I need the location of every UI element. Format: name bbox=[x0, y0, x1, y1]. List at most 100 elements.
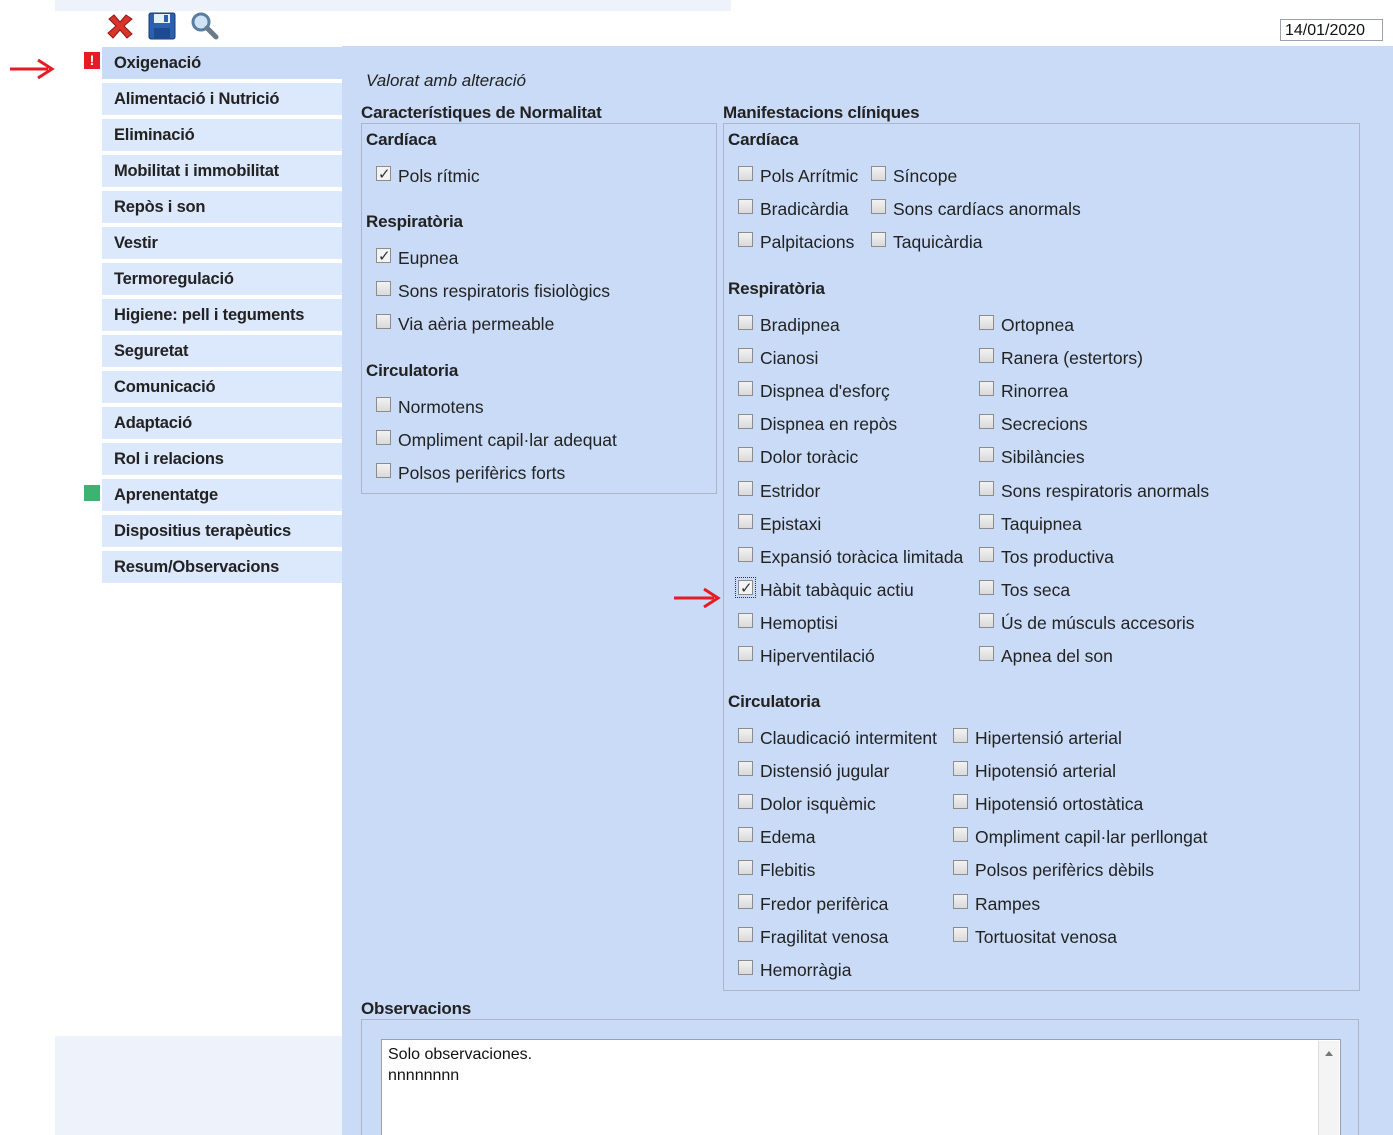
sidebar-item[interactable]: Mobilitat i immobilitat bbox=[102, 155, 342, 187]
sidebar-item[interactable]: Oxigenació bbox=[102, 47, 342, 79]
checkbox[interactable] bbox=[376, 281, 391, 297]
checkbox[interactable]: ✓ bbox=[376, 248, 391, 265]
check-mark-icon: ✓ bbox=[378, 166, 391, 183]
checkbox[interactable] bbox=[953, 893, 968, 909]
sidebar-item[interactable]: Higiene: pell i teguments bbox=[102, 299, 342, 331]
date-field[interactable]: 14/01/2020 bbox=[1280, 19, 1383, 41]
sidebar-item[interactable]: Eliminació bbox=[102, 119, 342, 151]
checkbox[interactable] bbox=[953, 761, 968, 777]
sidebar-margin bbox=[55, 46, 101, 1036]
sidebar-item[interactable]: Comunicació bbox=[102, 371, 342, 403]
checkbox[interactable] bbox=[979, 579, 994, 595]
checkbox[interactable] bbox=[871, 232, 886, 248]
scroll-up-icon[interactable] bbox=[1319, 1043, 1339, 1063]
sidebar-item[interactable]: Alimentació i Nutrició bbox=[102, 83, 342, 115]
checkbox[interactable] bbox=[979, 315, 994, 330]
checkbox-label: Sons respiratoris anormals bbox=[1001, 480, 1210, 501]
normal-cardiaca-title: Cardíaca bbox=[366, 130, 437, 149]
checkbox[interactable] bbox=[979, 612, 994, 628]
checkbox[interactable] bbox=[738, 646, 753, 661]
checkbox[interactable] bbox=[738, 480, 753, 496]
checkbox-label: Síncope bbox=[893, 166, 958, 186]
checkbox[interactable] bbox=[738, 381, 753, 397]
checkbox[interactable] bbox=[738, 959, 753, 975]
checkbox[interactable] bbox=[738, 414, 753, 430]
checkbox[interactable] bbox=[738, 893, 753, 909]
checkbox[interactable] bbox=[953, 794, 968, 810]
magnifier-icon bbox=[191, 12, 219, 40]
checkbox[interactable] bbox=[738, 447, 753, 463]
checkbox-label: Hipotensió ortostàtica bbox=[975, 794, 1144, 815]
checkbox[interactable] bbox=[738, 315, 753, 330]
sidebar-item[interactable]: Resum/Observacions bbox=[102, 551, 342, 583]
checkbox[interactable] bbox=[376, 430, 391, 446]
checkbox-label: Pols rítmic bbox=[398, 166, 480, 186]
red-arrow-icon bbox=[10, 58, 55, 80]
sidebar-item[interactable]: Vestir bbox=[102, 227, 342, 259]
checkbox-label: Via aèria permeable bbox=[398, 314, 555, 335]
sidebar-item[interactable]: Adaptació bbox=[102, 407, 342, 439]
checkbox-label: Dispnea en repòs bbox=[760, 414, 898, 435]
save-button[interactable] bbox=[146, 10, 178, 42]
checkbox[interactable] bbox=[738, 728, 753, 743]
sidebar-item[interactable]: Repòs i son bbox=[102, 191, 342, 223]
checkbox[interactable] bbox=[738, 166, 753, 181]
checkbox-label: Claudicació intermitent bbox=[760, 728, 938, 748]
checkbox[interactable] bbox=[979, 348, 994, 364]
checkbox[interactable] bbox=[738, 546, 753, 562]
checkbox-label: Edema bbox=[760, 827, 816, 848]
checkbox[interactable] bbox=[871, 199, 886, 215]
checkbox[interactable] bbox=[738, 232, 753, 248]
checkbox[interactable] bbox=[738, 860, 753, 876]
checkbox-label: Hipotensió arterial bbox=[975, 761, 1117, 782]
checkbox-label: Tos productiva bbox=[1001, 546, 1114, 567]
checkbox[interactable] bbox=[953, 827, 968, 843]
checkbox[interactable] bbox=[738, 199, 753, 215]
search-button[interactable] bbox=[188, 10, 220, 42]
normal-respiratoria-title: Respiratòria bbox=[366, 212, 463, 231]
checkbox[interactable] bbox=[376, 397, 391, 412]
observations-scrollbar[interactable] bbox=[1318, 1041, 1339, 1135]
sidebar-bottom-fill bbox=[55, 1036, 342, 1135]
checkbox-label: Tos seca bbox=[1001, 579, 1071, 600]
checkbox[interactable] bbox=[738, 348, 753, 364]
delete-button[interactable] bbox=[104, 10, 136, 42]
sidebar-item[interactable]: Termoregulació bbox=[102, 263, 342, 295]
checkbox[interactable] bbox=[871, 166, 886, 181]
checkbox[interactable] bbox=[738, 926, 753, 942]
checkbox[interactable] bbox=[979, 546, 994, 562]
checkbox[interactable] bbox=[979, 480, 994, 496]
checkbox[interactable] bbox=[738, 513, 753, 529]
sidebar-item[interactable]: Seguretat bbox=[102, 335, 342, 367]
sidebar-item[interactable]: Rol i relacions bbox=[102, 443, 342, 475]
observations-textarea[interactable]: Solo observaciones. nnnnnnnn bbox=[381, 1039, 1341, 1135]
sidebar-item[interactable]: Dispositius terapèutics bbox=[102, 515, 342, 547]
checkbox[interactable] bbox=[376, 314, 391, 330]
checkbox[interactable] bbox=[738, 761, 753, 777]
checkbox-label: Ompliment capil·lar adequat bbox=[398, 430, 617, 451]
checkbox[interactable] bbox=[979, 447, 994, 463]
sidebar-item[interactable]: Aprenentatge bbox=[102, 479, 342, 511]
checkbox[interactable] bbox=[376, 463, 391, 479]
checkbox[interactable] bbox=[953, 860, 968, 876]
checkbox[interactable] bbox=[979, 513, 994, 529]
status-ok-icon bbox=[84, 485, 100, 501]
checkbox[interactable] bbox=[738, 794, 753, 810]
checkbox-label: Sons cardíacs anormals bbox=[893, 199, 1081, 220]
normal-circulatoria-title: Circulatoria bbox=[366, 361, 459, 380]
checkbox[interactable] bbox=[979, 381, 994, 397]
checkbox[interactable] bbox=[738, 827, 753, 843]
checkbox[interactable] bbox=[979, 646, 994, 661]
checkbox-label: Polsos perifèrics dèbils bbox=[975, 860, 1154, 881]
checkbox[interactable]: ✓ bbox=[735, 576, 756, 598]
status-text: Valorat amb alteració bbox=[366, 71, 527, 90]
checkbox-label: Taquicàrdia bbox=[893, 232, 983, 253]
checkbox-label: Polsos perifèrics forts bbox=[398, 463, 566, 484]
checkbox[interactable] bbox=[738, 612, 753, 628]
checkbox[interactable] bbox=[953, 728, 968, 743]
checkbox[interactable]: ✓ bbox=[376, 166, 391, 183]
checkbox[interactable] bbox=[953, 926, 968, 942]
checkbox[interactable] bbox=[979, 414, 994, 430]
checkbox-label: Hemorràgia bbox=[760, 959, 852, 980]
checkbox-label: Sons respiratoris fisiològics bbox=[398, 281, 611, 302]
